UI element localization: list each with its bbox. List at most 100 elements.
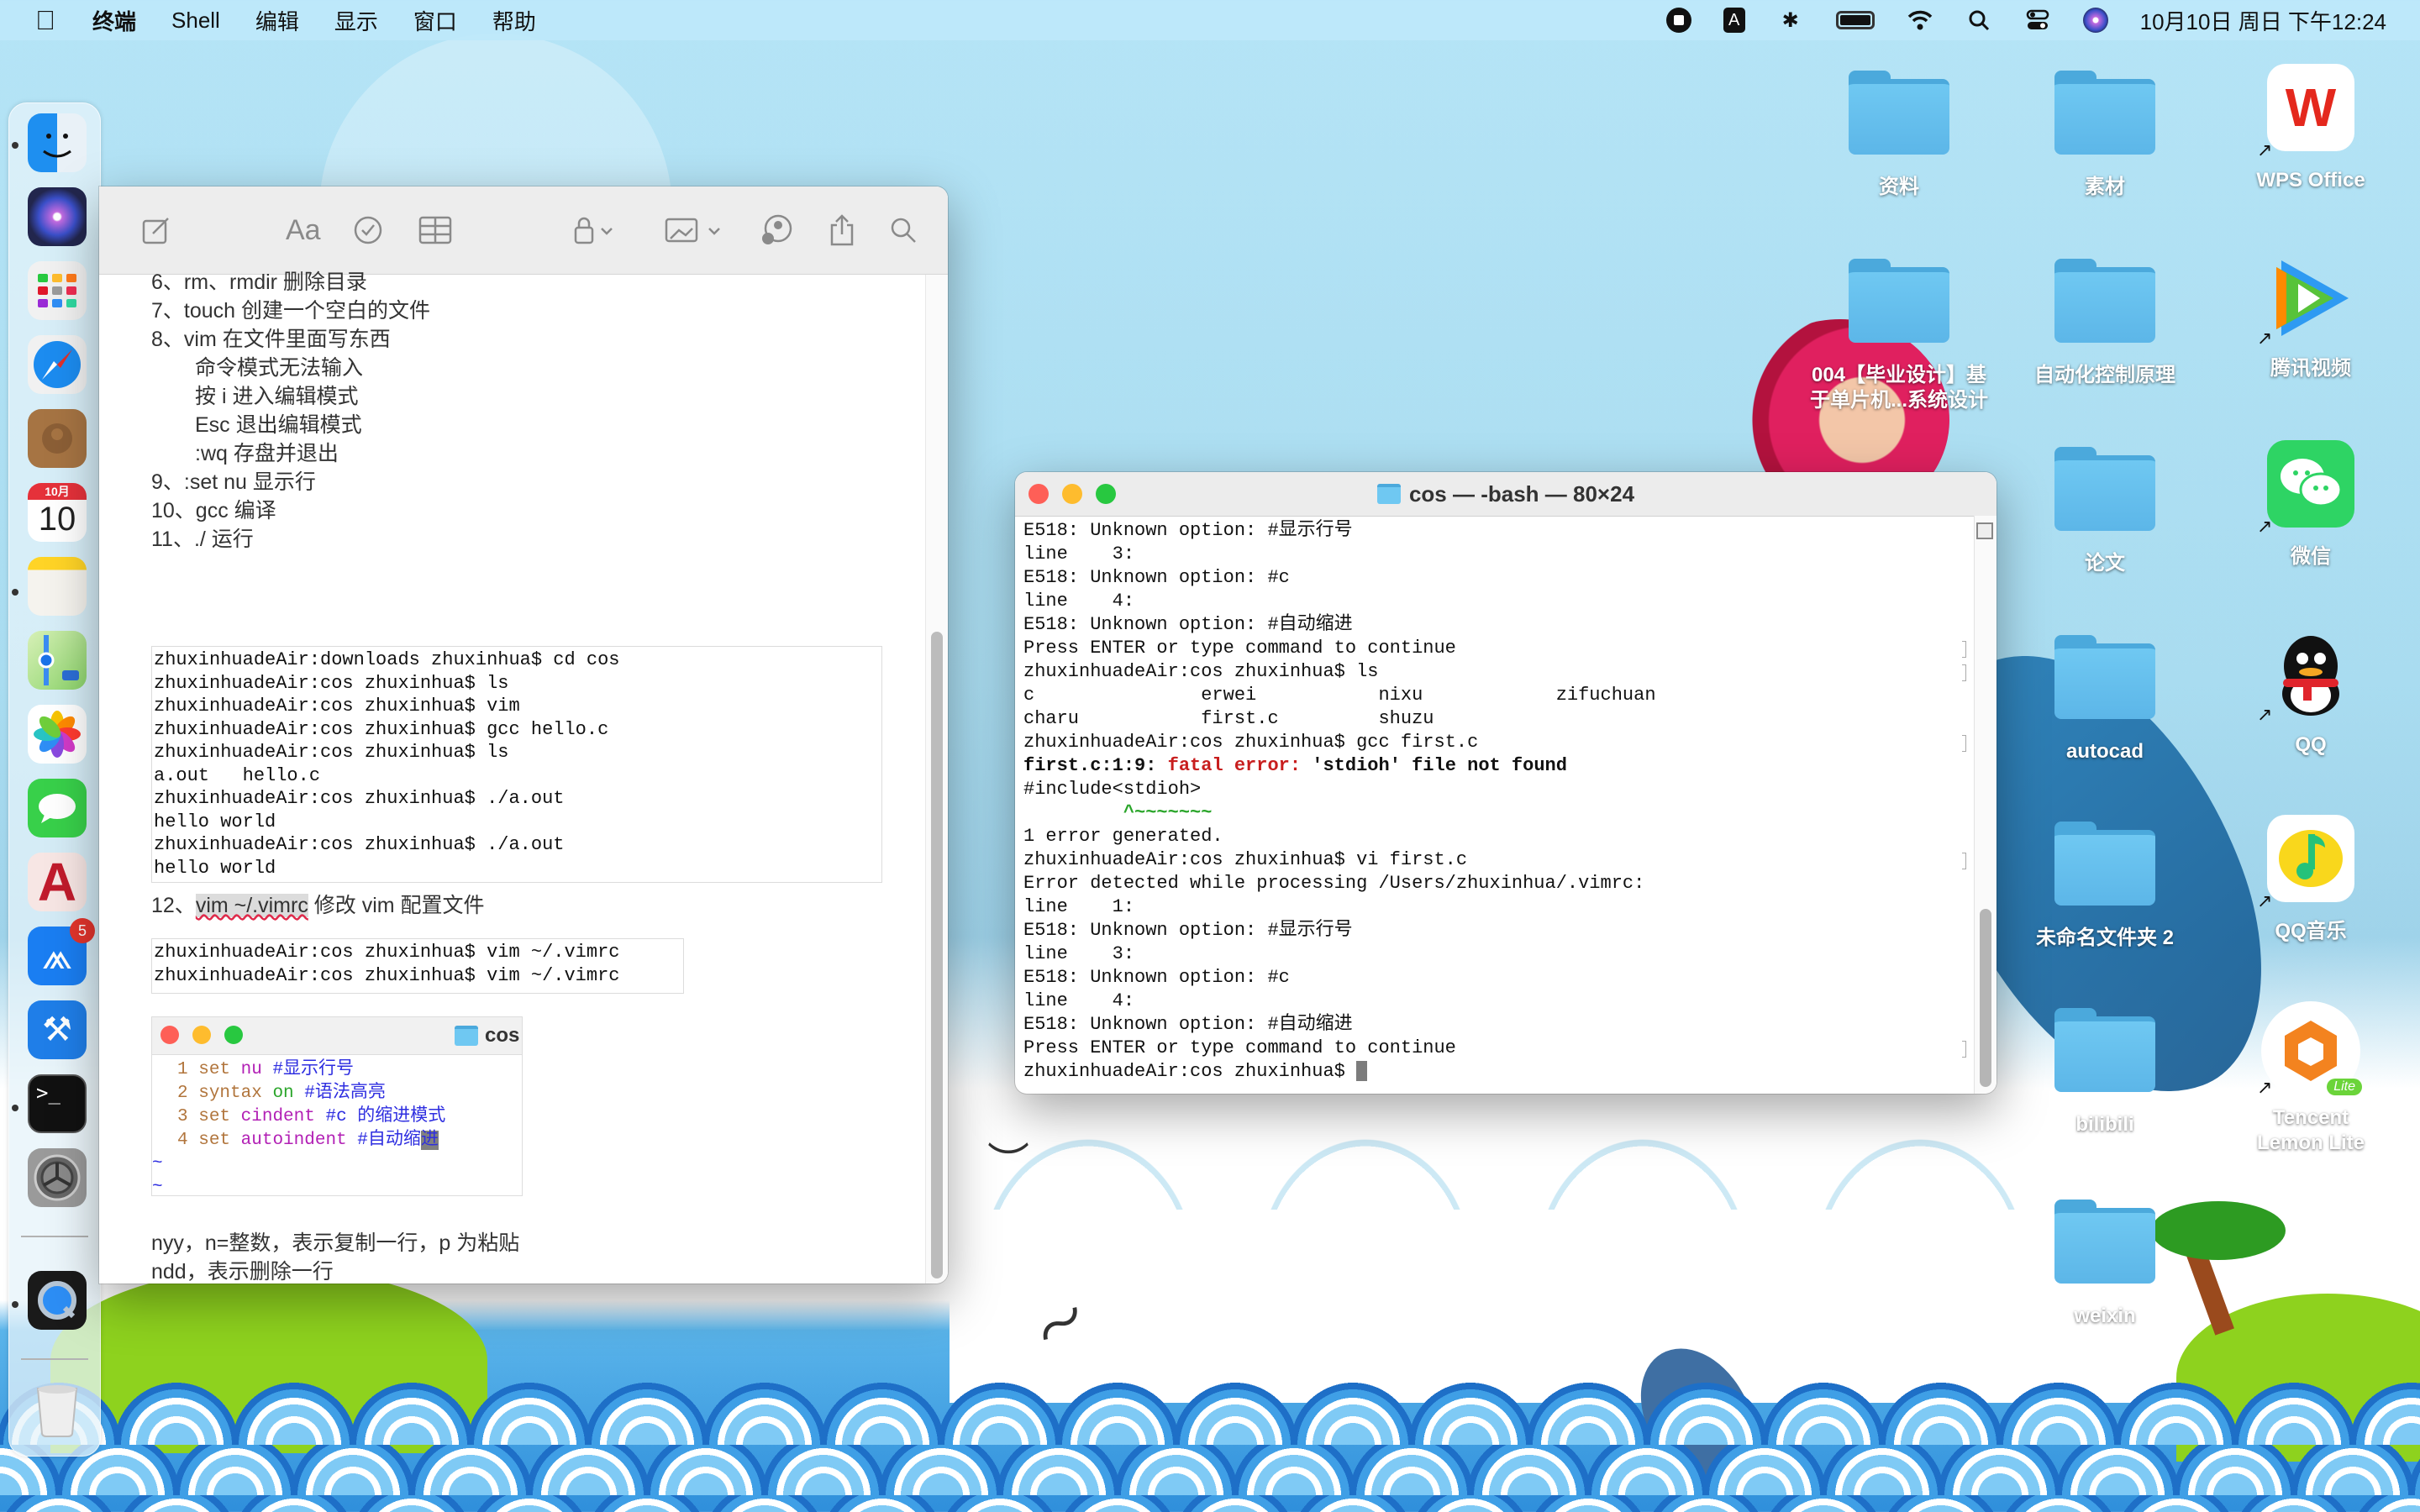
table-icon[interactable]: [418, 212, 452, 249]
vim-command: set: [198, 1131, 241, 1150]
finder-icon[interactable]: [28, 113, 87, 172]
autocad-icon[interactable]: A: [28, 852, 87, 912]
desktop-app-qq-music[interactable]: ↗ QQ音乐: [2214, 815, 2407, 944]
desktop-folder-weixin[interactable]: weixin: [2008, 1193, 2202, 1329]
desktop-folder-graduation[interactable]: 004【毕业设计】基于单片机...系统设计: [1802, 252, 1996, 413]
desktop-folder-autocad[interactable]: autocad: [2008, 628, 2202, 764]
desktop-folder-bilibili[interactable]: bilibili: [2008, 1001, 2202, 1137]
menu-help[interactable]: 帮助: [492, 5, 536, 36]
screen-record-icon[interactable]: [1665, 8, 1691, 33]
messages-icon[interactable]: [28, 779, 87, 837]
desktop-folder-automation[interactable]: 自动化控制原理: [2008, 252, 2202, 388]
vimrc-line: 3 set cindent #c 的缩进模式: [152, 1105, 522, 1129]
wallpaper-hill: [2176, 1294, 2420, 1462]
terminal-line: Error detected while processing /Users/z…: [1023, 873, 1645, 894]
lock-icon[interactable]: [573, 212, 620, 249]
desktop-app-wechat[interactable]: ↗ 微信: [2214, 440, 2407, 570]
contacts-icon[interactable]: [28, 409, 87, 468]
terminal-icon[interactable]: >_: [28, 1074, 87, 1133]
desktop-icon-label: autocad: [2065, 740, 2144, 763]
compose-icon[interactable]: [141, 212, 171, 249]
line-number: 3: [177, 1107, 199, 1126]
menu-window[interactable]: 窗口: [413, 5, 457, 36]
running-indicator: [12, 589, 18, 596]
code-block: zhuxinhuadeAir:cos zhuxinhua$ vim ~/.vim…: [151, 938, 684, 994]
siri-icon[interactable]: [28, 187, 87, 246]
note-body[interactable]: 6、rm、rmdir 删除目录 7、touch 创建一个空白的文件 8、vim 在文…: [99, 270, 948, 1284]
desktop-app-tencent-video[interactable]: ↗ 腾讯视频: [2214, 252, 2407, 381]
desktop-app-wps[interactable]: W ↗ WPS Office: [2214, 64, 2407, 193]
code-line: zhuxinhuadeAir:downloads zhuxinhua$ cd c…: [154, 649, 620, 670]
command-mark: [1962, 1041, 1966, 1058]
dock-separator: [21, 1358, 88, 1360]
notes-window: Aa 6、rm、rmdir 删除目录 7、touch 创建一个空白的文件 8、vim…: [99, 186, 948, 1284]
menu-edit[interactable]: 编辑: [255, 5, 299, 36]
wallpaper-dolphin: [1618, 1328, 1777, 1503]
xcode-icon[interactable]: ⚒: [28, 1000, 87, 1059]
input-method-icon[interactable]: A: [1723, 8, 1745, 33]
battery-icon[interactable]: [1835, 11, 1875, 29]
photos-icon[interactable]: [28, 705, 87, 764]
wifi-icon[interactable]: [1907, 7, 1933, 34]
desktop-icon-label: 微信: [2291, 545, 2331, 568]
vim-comment: #c 的缩进模式: [325, 1107, 446, 1126]
calendar-icon[interactable]: 10月 10: [28, 483, 87, 542]
command-mark: [1962, 641, 1966, 658]
vimrc-line: 4 set autoindent #自动缩进: [152, 1129, 522, 1152]
terminal-output[interactable]: E518: Unknown option: #显示行号 line 3: E518: …: [1023, 519, 1970, 1094]
menu-app-name[interactable]: 终端: [92, 5, 136, 36]
apple-menu-icon[interactable]: : [35, 6, 60, 34]
terminal-titlebar[interactable]: cos — -bash — 80×24: [1015, 472, 1996, 517]
vim-screenshot-title: cos: [455, 1024, 519, 1047]
bluetooth-icon[interactable]: ✱: [1777, 7, 1804, 34]
menu-shell[interactable]: Shell: [171, 8, 220, 34]
maps-icon[interactable]: [28, 631, 87, 690]
checklist-icon[interactable]: [353, 212, 383, 249]
siri-icon[interactable]: [2082, 8, 2108, 33]
trash-icon[interactable]: [28, 1380, 87, 1439]
line-number: 4: [177, 1131, 199, 1150]
desktop-folder-lunwen[interactable]: 论文: [2008, 440, 2202, 576]
desktop-icon-label: WPS Office: [2256, 169, 2365, 192]
app-store-badge: 5: [70, 918, 95, 943]
search-icon[interactable]: [889, 212, 918, 249]
spotlight-search-icon[interactable]: [1965, 7, 1992, 34]
system-preferences-icon[interactable]: [28, 1148, 87, 1207]
terminal-line: zhuxinhuadeAir:cos zhuxinhua$: [1023, 1060, 1970, 1084]
desktop-app-qq[interactable]: ↗ QQ: [2214, 628, 2407, 758]
split-pane-icon[interactable]: [1976, 522, 1993, 539]
safari-icon[interactable]: [28, 335, 87, 394]
alias-arrow-icon: ↗: [2257, 704, 2273, 725]
control-center-icon[interactable]: [2024, 7, 2051, 34]
desktop-icon-label: 论文: [2085, 552, 2125, 575]
folder-icon: [1849, 71, 1949, 155]
app-store-icon[interactable]: ⩕ 5: [28, 918, 95, 985]
menu-view[interactable]: 显示: [334, 5, 378, 36]
terminal-line: E518: Unknown option: #c: [1023, 567, 1290, 588]
format-text-icon[interactable]: Aa: [286, 212, 321, 249]
wallpaper-waves: [0, 1352, 2420, 1512]
terminal-line: line 3:: [1023, 543, 1135, 564]
terminal-line: zhuxinhuadeAir:cos zhuxinhua$ vi first.c: [1023, 849, 1468, 870]
desktop-folder-ziliao[interactable]: 资料: [1802, 64, 1996, 200]
desktop-folder-untitled-2[interactable]: 未命名文件夹 2: [2008, 815, 2202, 951]
zoom-button: [224, 1026, 243, 1044]
collaborate-icon[interactable]: [760, 212, 793, 249]
notes-icon[interactable]: [28, 557, 87, 616]
code-block: zhuxinhuadeAir:downloads zhuxinhua$ cd c…: [151, 646, 882, 883]
folder-icon: [2054, 71, 2155, 155]
note-line: 9、:set nu 显示行: [151, 470, 316, 494]
desktop-icon-label: 未命名文件夹 2: [2035, 927, 2174, 949]
running-indicator: [12, 1105, 18, 1111]
share-icon[interactable]: [829, 212, 855, 249]
menu-clock[interactable]: 10月10日 周日 下午12:24: [2140, 5, 2386, 36]
folder-icon: [1376, 484, 1401, 504]
terminal-scrollbar-thumb[interactable]: [1980, 909, 1991, 1087]
vim-title-text: cos: [485, 1024, 520, 1047]
desktop-folder-sucai[interactable]: 素材: [2008, 64, 2202, 200]
note-line: 6、rm、rmdir 删除目录: [151, 270, 367, 294]
desktop-app-tencent-lemon[interactable]: Lite ↗ Tencent Lemon Lite: [2214, 1001, 2407, 1156]
quicktime-icon[interactable]: [28, 1271, 87, 1330]
media-icon[interactable]: [664, 212, 728, 249]
launchpad-icon[interactable]: [28, 261, 87, 320]
